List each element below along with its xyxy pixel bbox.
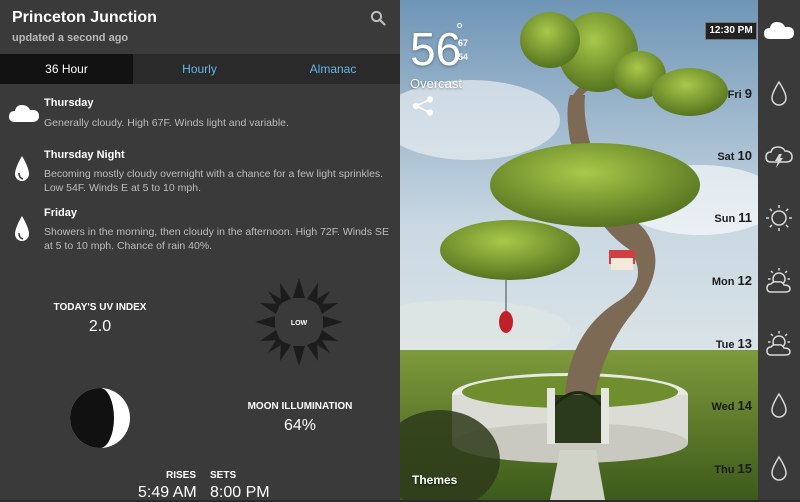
partly-cloudy-icon[interactable] (765, 267, 793, 295)
share-icon[interactable] (412, 96, 434, 116)
day-name: Mon (711, 276, 735, 288)
day-name: Wed (711, 401, 735, 413)
day-number: 9 (744, 86, 752, 101)
uv-badge-text: LOW (291, 320, 308, 327)
day-label-wed[interactable]: Wed 14 (711, 398, 752, 413)
day-number: 14 (737, 398, 752, 413)
sets-label: SETS (210, 470, 237, 481)
forecast-text: Becoming mostly cloudy overnight with a … (44, 168, 384, 194)
day-name: Sat (717, 151, 735, 163)
rises-value: 5:49 AM (138, 484, 197, 501)
day-name: Fri (727, 89, 742, 101)
forecast-title: Thursday Night (44, 149, 125, 161)
thunder-cloud-icon[interactable] (765, 142, 793, 170)
sun-icon[interactable] (765, 204, 793, 232)
day-number: 10 (737, 148, 752, 163)
day-label-mon[interactable]: Mon 12 (712, 273, 752, 288)
tab-almanac[interactable]: Almanac (266, 54, 400, 84)
forecast-item: Thursday Generally cloudy. High 67F. Win… (0, 96, 400, 136)
day-label-sat[interactable]: Sat 10 (717, 148, 752, 163)
tab-bar: 36 Hour Hourly Almanac (0, 54, 400, 84)
city-name[interactable]: Princeton Junction (12, 9, 157, 27)
uv-index-value: 2.0 (88, 318, 112, 335)
daily-icon-rail (758, 0, 800, 500)
themes-button[interactable]: Themes (412, 473, 457, 487)
day-name: Thu (714, 464, 735, 476)
current-temperature: 56 (410, 23, 462, 75)
cloud-icon[interactable] (763, 16, 795, 44)
uv-sun-icon: LOW (255, 278, 343, 366)
day-label-sun[interactable]: Sun 11 (714, 210, 752, 225)
sets-value: 8:00 PM (210, 484, 270, 501)
day-number: 12 (737, 273, 752, 288)
raindrop-icon[interactable] (765, 392, 793, 420)
raindrop-icon (15, 216, 29, 241)
day-name: Tue (715, 339, 735, 351)
rises-label: RISES (166, 470, 197, 481)
low-temp: 54 (458, 52, 469, 62)
partly-cloudy-icon[interactable] (765, 330, 793, 358)
current-time: 12:30 PM (705, 22, 757, 40)
forecast-title: Thursday (44, 97, 94, 109)
day-number: 15 (737, 461, 752, 476)
day-number: 11 (738, 210, 752, 225)
day-label-tue[interactable]: Tue 13 (716, 336, 752, 351)
raindrop-icon[interactable] (765, 455, 793, 483)
day-name: Sun (714, 213, 736, 225)
raindrop-icon[interactable] (765, 80, 793, 108)
details-panel: Princeton Junction updated a second ago … (0, 0, 400, 501)
forecast-item: Thursday Night Becoming mostly cloudy ov… (0, 149, 400, 199)
day-number: 13 (737, 336, 752, 351)
cloud-icon (9, 105, 39, 122)
tab-hourly[interactable]: Hourly (133, 54, 266, 84)
forecast-item: Friday Showers in the morning, then clou… (0, 207, 400, 257)
moon-illumination-label: MOON ILLUMINATION (247, 401, 353, 412)
day-label-fri[interactable]: Fri 9 (728, 86, 752, 101)
day-label-thu[interactable]: Thu 15 (714, 461, 752, 476)
raindrop-icon (15, 156, 29, 181)
moon-phase-icon (70, 388, 130, 448)
uv-index-label: TODAY'S UV INDEX (53, 302, 147, 313)
tab-36-hour[interactable]: 36 Hour (0, 54, 133, 84)
forecast-text: Generally cloudy. High 67F. Winds light … (44, 117, 289, 129)
forecast-text: Showers in the morning, then cloudy in t… (44, 226, 389, 252)
updated-status: updated a second ago (12, 32, 129, 44)
high-temp: 67 (458, 38, 469, 48)
search-icon[interactable] (370, 10, 386, 26)
moon-illumination-value: 64% (283, 417, 317, 434)
forecast-title: Friday (44, 207, 78, 219)
header: Princeton Junction updated a second ago (0, 0, 400, 52)
current-condition: Overcast (410, 76, 463, 91)
